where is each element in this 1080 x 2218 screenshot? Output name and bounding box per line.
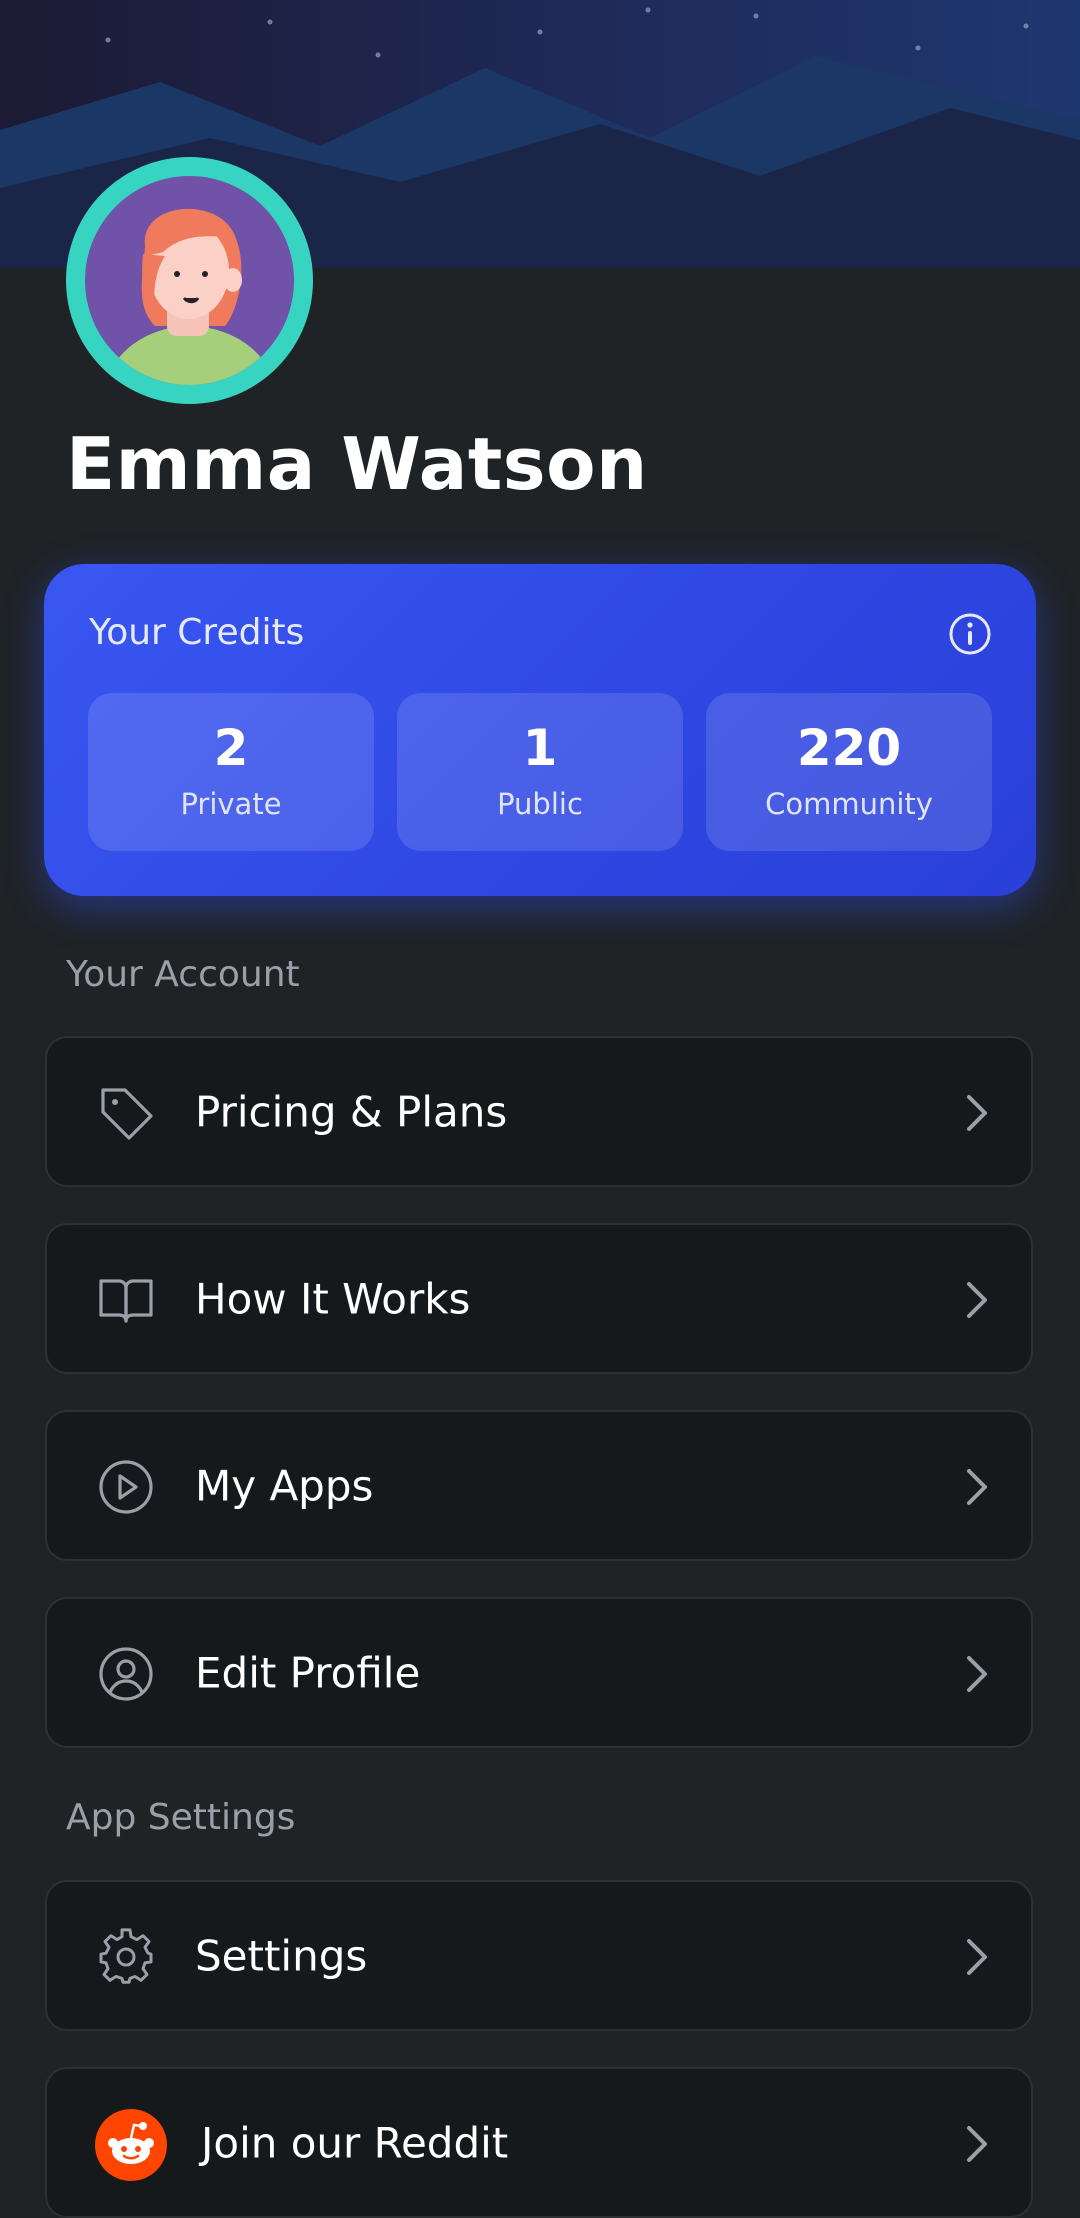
stat-value: 1 [522,719,558,777]
chevron-right-icon [967,1939,987,1975]
avatar[interactable] [66,157,313,404]
chevron-right-icon [967,1282,987,1318]
chevron-right-icon [967,1469,987,1505]
menu-item-label: How It Works [195,1274,471,1323]
user-circle-icon [99,1647,153,1701]
book-icon [99,1279,153,1323]
stat-public: 1 Public [397,693,683,851]
menu-item-my-apps[interactable]: My Apps [45,1410,1033,1561]
credits-title: Your Credits [89,612,305,653]
menu-item-label: Settings [195,1931,368,1980]
section-label-app-settings: App Settings [66,1797,296,1838]
menu-item-how-it-works[interactable]: How It Works [45,1223,1033,1374]
stat-value: 220 [796,719,902,777]
stat-label: Private [180,787,282,821]
section-label-account: Your Account [66,954,300,995]
menu-item-settings[interactable]: Settings [45,1880,1033,2031]
menu-item-label: My Apps [195,1461,374,1510]
info-icon[interactable] [948,612,992,656]
gear-icon [99,1928,153,1984]
chevron-right-icon [967,1656,987,1692]
menu-item-join-reddit[interactable]: Join our Reddit [45,2067,1033,2218]
menu-item-pricing[interactable]: Pricing & Plans [45,1036,1033,1187]
menu-item-label: Join our Reddit [201,2118,509,2167]
menu-item-label: Pricing & Plans [195,1087,508,1136]
stat-private: 2 Private [88,693,374,851]
avatar-illustration [85,176,294,385]
stat-label: Community [765,787,933,821]
chevron-right-icon [967,1095,987,1131]
stat-community: 220 Community [706,693,992,851]
play-circle-icon [99,1460,153,1514]
menu-item-label: Edit Profile [195,1648,421,1697]
stat-label: Public [497,787,583,821]
chevron-right-icon [967,2126,987,2162]
tag-icon [101,1088,153,1140]
credits-card: Your Credits 2 Private 1 Public 220 Comm… [44,564,1036,896]
profile-name: Emma Watson [66,422,648,506]
menu-item-edit-profile[interactable]: Edit Profile [45,1597,1033,1748]
stat-value: 2 [213,719,249,777]
reddit-icon [95,2109,167,2181]
